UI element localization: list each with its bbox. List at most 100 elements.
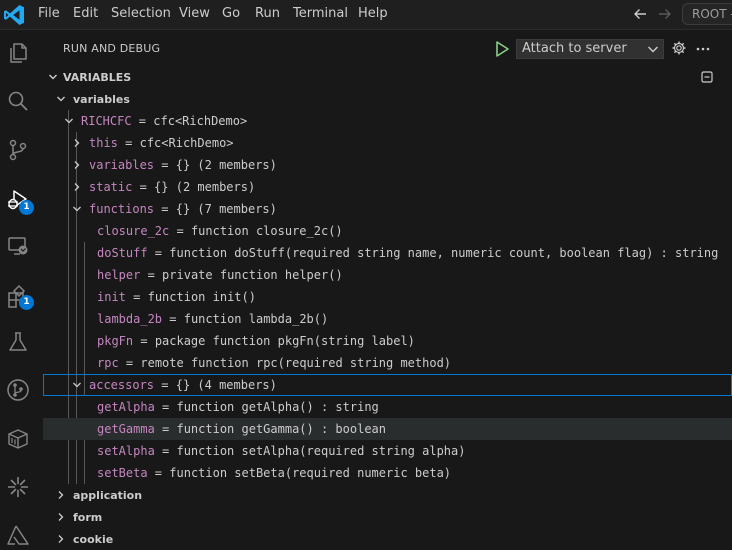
debug-badge: 1 (19, 200, 34, 215)
variable-name: accessors (89, 378, 155, 392)
variable-static[interactable]: static = {} (2 members) (43, 176, 732, 198)
variable-value: function lambda_2b() (183, 312, 329, 326)
chevron-right-icon (74, 139, 80, 147)
back-arrow-icon[interactable] (632, 5, 648, 23)
title-bar: File Edit Selection View Go Run Terminal… (0, 0, 732, 30)
variable-functions[interactable]: functions = {} (7 members) (43, 198, 732, 220)
remote-explorer-icon[interactable] (5, 233, 31, 259)
variable-name: closure_2c (97, 224, 170, 238)
scope-label: application (73, 489, 143, 502)
collapse-all-icon[interactable] (700, 70, 714, 84)
variable-getalpha[interactable]: getAlpha = function getAlpha() : string (43, 396, 732, 418)
variable-value: function getGamma() : boolean (176, 422, 386, 436)
vscode-logo-icon[interactable] (2, 3, 26, 27)
variable-name: rpc (97, 356, 119, 370)
scope-label: form (73, 511, 103, 524)
variable-value: function closure_2c() (190, 224, 343, 238)
source-control-icon[interactable] (5, 137, 31, 163)
variable-name: pkgFn (97, 334, 134, 348)
forward-arrow-icon[interactable] (657, 5, 673, 23)
variable-rpc[interactable]: rpc = remote function rpc(required strin… (43, 352, 732, 374)
menu-go[interactable]: Go (222, 6, 240, 22)
variable-name: static (89, 180, 133, 194)
menu-edit[interactable]: Edit (73, 6, 98, 22)
scope-application[interactable]: application (43, 484, 732, 506)
variable-value: {} (7 members) (175, 202, 277, 216)
menu-selection[interactable]: Selection (111, 6, 171, 22)
variable-name: setAlpha (97, 444, 155, 458)
azure-icon[interactable] (5, 522, 31, 548)
variable-value: cfc<RichDemo> (153, 114, 248, 128)
variable-init[interactable]: init = function init() (43, 286, 732, 308)
chevron-down-icon (57, 96, 65, 102)
run-and-debug-sidebar: RUN AND DEBUG Attach to server VARIABLES (43, 30, 732, 550)
variable-variables[interactable]: variables = {} (2 members) (43, 154, 732, 176)
variable-value: private function helper() (162, 268, 343, 282)
variable-value: function setBeta(required numeric beta) (169, 466, 452, 480)
variable-value: remote function rpc(required string meth… (140, 356, 452, 370)
debug-config-label: Attach to server (522, 41, 627, 56)
variable-value: function init() (147, 290, 256, 304)
testing-flask-icon[interactable] (5, 329, 31, 355)
extensions-badge: 1 (19, 295, 34, 310)
menu-file[interactable]: File (38, 6, 60, 22)
section-title: VARIABLES (63, 71, 132, 84)
extensions-activity[interactable]: 1 (0, 280, 36, 316)
chevron-down-icon (73, 206, 81, 212)
command-center[interactable]: ROOT - (682, 3, 732, 25)
variable-richcfc[interactable]: RICHCFC = cfc<RichDemo> (43, 110, 732, 132)
variable-this[interactable]: this = cfc<RichDemo> (43, 132, 732, 154)
chevron-right-icon (74, 161, 80, 169)
variable-accessors[interactable]: accessors = {} (4 members) (43, 374, 732, 396)
variable-pkgfn[interactable]: pkgFn = package function pkgFn(string la… (43, 330, 732, 352)
variable-value: {} (2 members) (175, 158, 277, 172)
sidebar-header: RUN AND DEBUG Attach to server (43, 30, 732, 68)
scope-variables[interactable]: variables (43, 88, 732, 110)
scope-cookie[interactable]: cookie (43, 528, 732, 550)
variable-name: functions (89, 202, 155, 216)
sparkle-icon[interactable] (5, 474, 31, 500)
variables-section-header[interactable]: VARIABLES (43, 66, 732, 88)
variable-value: function getAlpha() : string (176, 400, 379, 414)
variable-lambda-2b[interactable]: lambda_2b = function lambda_2b() (43, 308, 732, 330)
variable-value: cfc<RichDemo> (139, 136, 234, 150)
variable-name: doStuff (97, 246, 148, 260)
variable-setbeta[interactable]: setBeta = function setBeta(required nume… (43, 462, 732, 484)
menu-run[interactable]: Run (255, 6, 280, 22)
gear-icon[interactable] (671, 40, 687, 56)
start-debugging-button[interactable] (490, 37, 514, 61)
menu-terminal[interactable]: Terminal (293, 6, 348, 22)
variable-name: helper (97, 268, 141, 282)
menu-view[interactable]: View (179, 6, 210, 22)
variable-name: init (97, 290, 126, 304)
variable-name: getGamma (97, 422, 155, 436)
variable-name: RICHCFC (81, 114, 132, 128)
chevron-down-icon (73, 382, 81, 388)
variable-name: this (89, 136, 118, 150)
run-debug-activity[interactable]: 1 (0, 184, 36, 220)
variable-name: getAlpha (97, 400, 155, 414)
variable-name: lambda_2b (97, 312, 163, 326)
sidebar-title: RUN AND DEBUG (63, 42, 161, 55)
chevron-down-icon (65, 118, 73, 124)
variable-setalpha[interactable]: setAlpha = function setAlpha(required st… (43, 440, 732, 462)
scope-form[interactable]: form (43, 506, 732, 528)
chevron-right-icon (58, 513, 64, 521)
menu-help[interactable]: Help (358, 6, 388, 22)
variable-dostuff[interactable]: doStuff = function doStuff(required stri… (43, 242, 732, 264)
more-actions-icon[interactable] (696, 47, 710, 51)
activity-bar: 1 1 (0, 30, 36, 550)
explorer-icon[interactable] (5, 40, 31, 66)
variable-closure-2c[interactable]: closure_2c = function closure_2c() (43, 220, 732, 242)
variable-value: {} (2 members) (154, 180, 256, 194)
variable-getgamma[interactable]: getGamma = function getGamma() : boolean (43, 418, 732, 440)
git-graph-icon[interactable] (5, 377, 31, 403)
database-icon[interactable] (5, 426, 31, 452)
variable-value: package function pkgFn(string label) (154, 334, 415, 348)
debug-config-select[interactable]: Attach to server (516, 39, 664, 59)
variable-helper[interactable]: helper = private function helper() (43, 264, 732, 286)
search-icon[interactable] (5, 88, 31, 114)
variable-value: function doStuff(required string name, n… (169, 246, 719, 260)
chevron-right-icon (58, 491, 64, 499)
chevron-down-icon (49, 74, 57, 80)
